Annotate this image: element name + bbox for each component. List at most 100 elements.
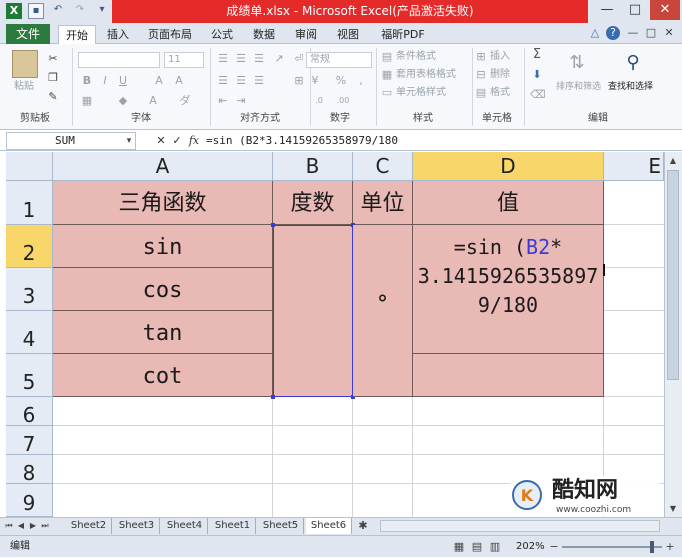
customize-toolbar-icon[interactable]: ▾ — [94, 3, 110, 19]
row-header-8[interactable]: 8 — [6, 455, 53, 485]
name-box[interactable]: SUM — [6, 132, 136, 150]
font-color-icon[interactable]: A — [146, 94, 160, 108]
save-icon[interactable]: ▪ — [28, 3, 44, 19]
align-top-icon[interactable]: ☰ — [216, 52, 230, 66]
cell-style-button[interactable]: 单元格样式 — [396, 86, 446, 100]
prev-sheet-icon[interactable]: ◀ — [16, 519, 26, 533]
decrease-indent-icon[interactable]: ⇤ — [216, 94, 230, 108]
increase-indent-icon[interactable]: ⇥ — [234, 94, 248, 108]
undo-icon[interactable]: ↶ — [50, 3, 66, 19]
tab-home[interactable]: 开始 — [58, 25, 96, 44]
fill-color-icon[interactable]: ◆ — [116, 94, 130, 108]
cell-a3[interactable]: cos — [53, 268, 273, 311]
underline-icon[interactable]: U — [116, 74, 130, 88]
first-sheet-icon[interactable]: ⏮ — [4, 519, 14, 533]
find-select-button[interactable]: 查找和选择 — [608, 80, 653, 94]
sheet-tab-sheet4[interactable]: Sheet4 — [162, 518, 208, 534]
redo-icon[interactable]: ↷ — [72, 3, 88, 19]
name-box-dropdown-icon[interactable]: ▾ — [124, 134, 134, 148]
minimize-button[interactable]: — — [594, 0, 620, 20]
cell-a2[interactable]: sin — [53, 225, 273, 268]
align-middle-icon[interactable]: ☰ — [234, 52, 248, 66]
excel-logo-icon[interactable]: X — [6, 3, 22, 19]
cancel-entry-icon[interactable]: ✕ — [154, 134, 168, 148]
select-all-corner[interactable] — [6, 152, 53, 181]
page-layout-view-icon[interactable]: ▤ — [470, 540, 484, 554]
tab-data[interactable]: 数据 — [248, 25, 280, 44]
sheet-tab-sheet5[interactable]: Sheet5 — [258, 518, 304, 534]
insert-cells-button[interactable]: 插入 — [490, 50, 510, 64]
cut-icon[interactable]: ✂ — [46, 52, 60, 66]
row-header-2[interactable]: 2 — [6, 225, 53, 268]
workbook-minimize-icon[interactable]: — — [626, 26, 640, 40]
grow-font-icon[interactable]: A — [152, 74, 166, 88]
increase-decimal-icon[interactable]: .0 — [310, 94, 328, 108]
insert-cells-icon[interactable]: ⊞ — [474, 50, 488, 64]
cell-c1[interactable]: 单位 — [353, 181, 413, 225]
row-header-9[interactable]: 9 — [6, 484, 53, 517]
row-header-4[interactable]: 4 — [6, 311, 53, 354]
scroll-down-icon[interactable]: ▼ — [666, 502, 680, 516]
help-icon[interactable]: ? — [606, 26, 620, 40]
tab-page-layout[interactable]: 页面布局 — [142, 25, 198, 44]
decrease-decimal-icon[interactable]: .00 — [334, 94, 352, 108]
cell-d2-d4-editing[interactable]: =sin (B2* 3.1415926535897 9/180 — [413, 225, 604, 354]
close-button[interactable]: ✕ — [650, 0, 680, 20]
workbook-restore-icon[interactable]: □ — [644, 26, 658, 40]
paste-icon[interactable] — [12, 50, 38, 78]
autosum-icon[interactable]: Σ — [530, 48, 544, 62]
insert-sheet-icon[interactable]: ✱ — [356, 519, 370, 533]
minimize-ribbon-icon[interactable]: △ — [588, 26, 602, 40]
row-header-6[interactable]: 6 — [6, 397, 53, 427]
tab-foxit-pdf[interactable]: 福昕PDF — [374, 25, 432, 44]
conditional-format-button[interactable]: 条件格式 — [396, 50, 436, 64]
align-center-icon[interactable]: ☰ — [234, 74, 248, 88]
column-header-b[interactable]: B — [273, 152, 353, 181]
find-select-icon[interactable]: ⚲ — [620, 50, 646, 76]
sort-filter-icon[interactable]: ⇅ — [566, 50, 588, 76]
tab-review[interactable]: 审阅 — [290, 25, 322, 44]
row-header-1[interactable]: 1 — [6, 181, 53, 225]
confirm-entry-icon[interactable]: ✓ — [170, 134, 184, 148]
sheet-tab-sheet6[interactable]: Sheet6 — [306, 518, 352, 534]
column-header-a[interactable]: A — [53, 152, 273, 181]
cell-c2-c5-merged[interactable]: ° — [353, 225, 413, 397]
align-right-icon[interactable]: ☰ — [252, 74, 266, 88]
font-size-field[interactable]: 11 — [164, 52, 204, 68]
cell-a5[interactable]: cot — [53, 354, 273, 397]
zoom-level[interactable]: 202% — [516, 536, 545, 558]
clear-icon[interactable]: ⌫ — [530, 88, 546, 102]
zoom-in-icon[interactable]: + — [664, 540, 676, 554]
percent-icon[interactable]: % — [334, 74, 348, 88]
workbook-close-icon[interactable]: ✕ — [662, 26, 676, 40]
merge-cells-icon[interactable]: ⊞ — [292, 74, 306, 88]
insert-function-button[interactable]: fx — [186, 134, 202, 148]
table-format-button[interactable]: 套用表格格式 — [396, 68, 456, 82]
shrink-font-icon[interactable]: A — [172, 74, 186, 88]
tab-insert[interactable]: 插入 — [102, 25, 134, 44]
tab-formulas[interactable]: 公式 — [206, 25, 238, 44]
sheet-tab-sheet3[interactable]: Sheet3 — [114, 518, 160, 534]
paste-button[interactable]: 粘贴 — [14, 80, 34, 94]
format-cells-button[interactable]: 格式 — [490, 86, 510, 100]
cell-a4[interactable]: tan — [53, 311, 273, 354]
cell-b2-b5-merged[interactable] — [273, 225, 353, 397]
font-name-field[interactable] — [78, 52, 160, 68]
sheet-tab-sheet1[interactable]: Sheet1 — [210, 518, 256, 534]
currency-icon[interactable]: ¥ — [308, 74, 322, 88]
delete-cells-icon[interactable]: ⊟ — [474, 68, 488, 82]
column-header-d[interactable]: D — [413, 152, 604, 181]
border-icon[interactable]: ▦ — [80, 94, 94, 108]
next-sheet-icon[interactable]: ▶ — [28, 519, 38, 533]
phonetic-icon[interactable]: ダ — [178, 94, 192, 108]
tab-file[interactable]: 文件 — [6, 24, 50, 44]
horizontal-scrollbar[interactable] — [380, 520, 660, 532]
column-header-c[interactable]: C — [353, 152, 413, 181]
cell-d5[interactable] — [413, 354, 604, 397]
cell-d1[interactable]: 值 — [413, 181, 604, 225]
row-header-7[interactable]: 7 — [6, 426, 53, 456]
tab-view[interactable]: 视图 — [332, 25, 364, 44]
wrap-text-icon[interactable]: ⏎ — [292, 52, 306, 66]
sheet-tab-sheet2[interactable]: Sheet2 — [66, 518, 112, 534]
italic-icon[interactable]: I — [98, 74, 112, 88]
